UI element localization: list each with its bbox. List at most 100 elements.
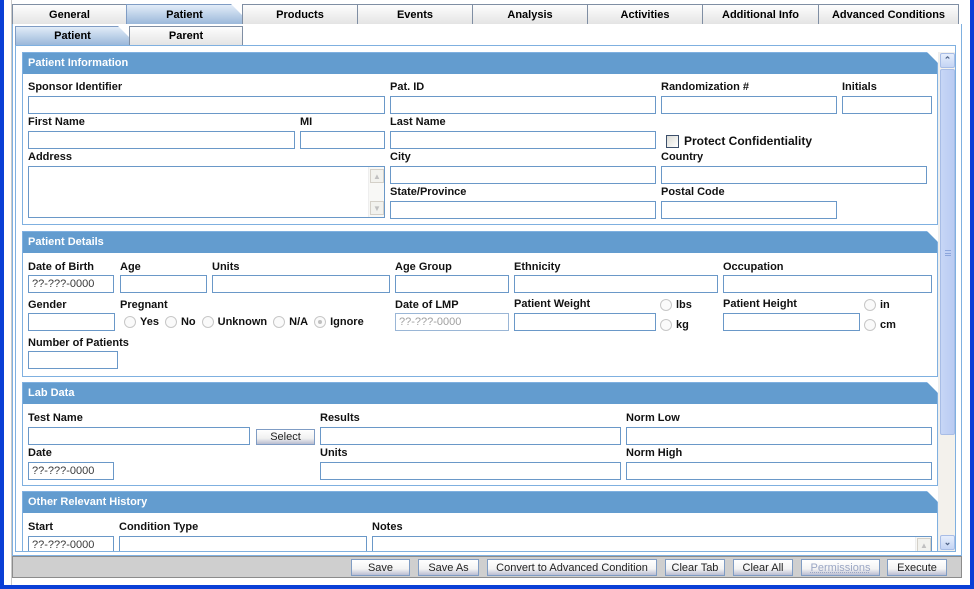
pat-id-label: Pat. ID (390, 81, 425, 93)
pregnant-yes-radio[interactable]: Yes (124, 316, 159, 328)
postal-code-input[interactable] (661, 201, 837, 219)
first-name-label: First Name (28, 116, 85, 128)
tab-analysis[interactable]: Analysis (472, 4, 588, 24)
mi-input[interactable] (300, 131, 385, 149)
scroll-thumb[interactable] (940, 69, 955, 435)
notes-textarea[interactable]: ▲ (372, 536, 932, 551)
ethnicity-label: Ethnicity (514, 261, 561, 273)
tab-activities[interactable]: Activities (587, 4, 703, 24)
date-of-lmp-input[interactable] (395, 313, 509, 331)
permissions-button[interactable]: Permissions (801, 559, 880, 576)
initials-input[interactable] (842, 96, 932, 114)
lab-units-input[interactable] (320, 462, 621, 480)
mi-label: MI (300, 116, 313, 128)
date-of-birth-input[interactable] (28, 275, 114, 293)
clear-tab-button[interactable]: Clear Tab (665, 559, 725, 576)
patient-height-label: Patient Height (723, 298, 797, 310)
condition-type-input[interactable] (119, 536, 367, 551)
protect-confidentiality-checkbox[interactable] (666, 135, 679, 148)
test-name-label: Test Name (28, 412, 83, 424)
weight-kg-radio[interactable]: kg (660, 319, 695, 331)
occupation-input[interactable] (723, 275, 932, 293)
start-date-input[interactable] (28, 536, 114, 551)
execute-button[interactable]: Execute (887, 559, 947, 576)
tab-events[interactable]: Events (357, 4, 473, 24)
first-name-input[interactable] (28, 131, 295, 149)
units-input[interactable] (212, 275, 390, 293)
gender-label: Gender (28, 299, 67, 311)
protect-confidentiality-label: Protect Confidentiality (684, 134, 813, 148)
radio-circle[interactable] (864, 299, 876, 311)
tab-general[interactable]: General (12, 4, 127, 24)
ethnicity-input[interactable] (514, 275, 718, 293)
patient-weight-label: Patient Weight (514, 298, 591, 310)
state-province-input[interactable] (390, 201, 656, 219)
pregnant-ignore-radio[interactable]: Ignore (314, 316, 364, 328)
clear-all-button[interactable]: Clear All (733, 559, 793, 576)
tab-products[interactable]: Products (242, 4, 358, 24)
number-of-patients-input[interactable] (28, 351, 118, 369)
notes-scrollbar[interactable]: ▲ (915, 537, 931, 551)
scroll-down-arrow-icon[interactable]: ⌄ (940, 535, 955, 550)
height-in-radio[interactable]: in (864, 299, 896, 311)
save-button[interactable]: Save (351, 559, 410, 576)
pregnant-radio-group: Yes No Unknown N/A Ignore (124, 316, 370, 328)
form-panel: Patient Information Sponsor Identifier P… (15, 45, 956, 552)
sponsor-identifier-input[interactable] (28, 96, 385, 114)
last-name-input[interactable] (390, 131, 656, 149)
address-textarea[interactable]: ▲ ▼ (28, 166, 385, 218)
country-input[interactable] (661, 166, 927, 184)
radio-circle[interactable] (864, 319, 876, 331)
scroll-up-icon[interactable]: ▲ (370, 169, 384, 183)
sub-tab-bar: Patient Parent (15, 26, 243, 45)
radio-circle[interactable] (124, 316, 136, 328)
tab-patient[interactable]: Patient (126, 4, 243, 24)
pregnant-no-radio[interactable]: No (164, 316, 196, 328)
height-cm-radio[interactable]: cm (864, 319, 902, 331)
weight-lbs-radio[interactable]: lbs (660, 299, 698, 311)
pregnant-na-radio[interactable]: N/A (273, 316, 308, 328)
subtab-parent[interactable]: Parent (129, 26, 243, 45)
scroll-up-icon[interactable]: ▲ (917, 538, 931, 551)
select-test-button[interactable]: Select (256, 429, 315, 445)
radio-circle[interactable] (660, 319, 672, 331)
address-scrollbar[interactable]: ▲ ▼ (368, 167, 384, 217)
radio-label: N/A (289, 316, 309, 328)
country-label: Country (661, 151, 704, 163)
pregnant-unknown-radio[interactable]: Unknown (201, 316, 267, 328)
age-input[interactable] (120, 275, 207, 293)
norm-low-input[interactable] (626, 427, 932, 445)
patient-weight-input[interactable] (514, 313, 656, 331)
radio-label: Ignore (330, 316, 364, 328)
radio-circle[interactable] (273, 316, 286, 328)
subtab-patient[interactable]: Patient (15, 26, 130, 45)
gender-input[interactable] (28, 313, 115, 331)
test-name-input[interactable] (28, 427, 250, 445)
results-input[interactable] (320, 427, 621, 445)
scroll-down-icon[interactable]: ▼ (370, 201, 384, 215)
postal-code-label: Postal Code (661, 186, 725, 198)
patient-height-input[interactable] (723, 313, 860, 331)
section-title: Lab Data (23, 382, 938, 404)
city-input[interactable] (390, 166, 656, 184)
radio-circle[interactable] (660, 299, 672, 311)
randomization-input[interactable] (661, 96, 837, 114)
scroll-up-arrow-icon[interactable]: ⌃ (940, 53, 955, 68)
age-label: Age (120, 261, 141, 273)
convert-to-advanced-condition-button[interactable]: Convert to Advanced Condition (487, 559, 657, 576)
tab-advanced-conditions[interactable]: Advanced Conditions (818, 4, 959, 24)
age-group-input[interactable] (395, 275, 509, 293)
section-other-relevant-history: Other Relevant History Start Condition T… (22, 491, 938, 551)
save-as-button[interactable]: Save As (418, 559, 479, 576)
section-title: Patient Information (23, 52, 938, 74)
pat-id-input[interactable] (390, 96, 656, 114)
tab-additional-info[interactable]: Additional Info (702, 4, 819, 24)
form-vertical-scrollbar[interactable]: ⌃ ⌄ (938, 52, 955, 551)
radio-circle[interactable] (164, 316, 177, 328)
radio-circle-selected[interactable] (314, 316, 327, 328)
norm-high-input[interactable] (626, 462, 932, 480)
radio-circle[interactable] (201, 316, 214, 328)
lab-date-input[interactable] (28, 462, 114, 480)
occupation-label: Occupation (723, 261, 784, 273)
radio-label: No (180, 316, 196, 328)
